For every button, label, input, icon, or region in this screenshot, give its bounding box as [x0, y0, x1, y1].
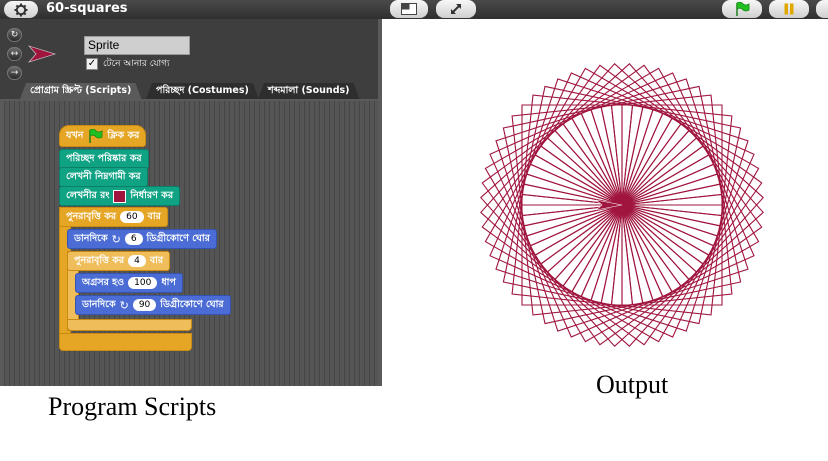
- turn-right-inner-block[interactable]: ডানদিকে ↻ 90 ডিগ্রীকোণে ঘোর: [75, 295, 231, 315]
- pen-color-prefix: লেখনীর রং: [66, 190, 110, 201]
- move-steps[interactable]: 100: [128, 277, 158, 289]
- draggable-checkbox[interactable]: ✓: [86, 58, 98, 70]
- rotate-icon[interactable]: ↻: [7, 28, 22, 42]
- project-title: 60-squares: [46, 1, 128, 16]
- fullscreen-icon: [451, 4, 461, 14]
- pen-color-suffix: নির্ধারণ কর: [130, 190, 174, 201]
- gear-icon: [14, 3, 28, 16]
- pen-down-block[interactable]: লেখনী নিম্নগামী কর: [59, 167, 148, 187]
- caption-program-scripts: Program Scripts: [48, 392, 217, 421]
- tab-sounds[interactable]: শব্দমালা (Sounds): [258, 83, 360, 99]
- turn-prefix: ডানদিকে: [74, 233, 108, 244]
- rotate-clockwise-icon: ↻: [111, 232, 121, 246]
- sprite-name-field[interactable]: Sprite: [84, 36, 190, 55]
- turn-inner-degrees[interactable]: 90: [132, 299, 157, 311]
- repeat-outer-count[interactable]: 60: [120, 211, 144, 223]
- repeat-inner-foot: [67, 319, 192, 331]
- turn-inner-suffix: ডিগ্রীকোণে ঘোর: [160, 299, 224, 310]
- turn-suffix: ডিগ্রীকোণে ঘোর: [146, 233, 210, 244]
- pause-icon: [784, 3, 794, 15]
- left-right-icon[interactable]: ↔: [7, 47, 22, 61]
- repeat-inner-count[interactable]: 4: [128, 255, 146, 267]
- fullscreen-button[interactable]: [436, 0, 476, 18]
- hat-suffix: ক্লিক কর: [107, 130, 140, 141]
- set-pen-color-block[interactable]: লেখনীর রং নির্ধারণ কর: [59, 186, 181, 206]
- green-flag-icon: [736, 2, 750, 16]
- move-steps-block[interactable]: অগ্রসর হও 100 ধাপ: [75, 273, 183, 293]
- green-flag-button[interactable]: [722, 0, 762, 18]
- settings-button[interactable]: [4, 1, 38, 18]
- repeat-outer-block[interactable]: পুনরাবৃত্তি কর 60 বার: [59, 207, 168, 227]
- square-path: [621, 204, 723, 306]
- stage-size-button[interactable]: [390, 0, 428, 18]
- rotate-clockwise-icon: ↻: [119, 298, 129, 312]
- when-flag-clicked-block[interactable]: যখন ক্লিক কর: [59, 125, 147, 147]
- green-flag-icon: [89, 129, 103, 143]
- pause-button[interactable]: [769, 0, 809, 18]
- repeat-outer-suffix: বার: [147, 211, 161, 222]
- square-path: [621, 104, 723, 206]
- pen-color-swatch[interactable]: [113, 189, 127, 203]
- stage-canvas[interactable]: [382, 19, 828, 386]
- pen-down-label: লেখনী নিম্নগামী কর: [66, 171, 141, 182]
- repeat-outer-prefix: পুনরাবৃত্তি কর: [66, 211, 117, 222]
- square-path: [521, 204, 623, 306]
- clear-block[interactable]: পরিচ্ছদ পরিষ্কার কর: [59, 149, 149, 169]
- tab-scripts[interactable]: প্রোগ্রাম স্ক্রিপ্ট (Scripts): [20, 83, 141, 99]
- turn-right-block[interactable]: ডানদিকে ↻ 6 ডিগ্রীকোণে ঘোর: [67, 229, 217, 249]
- no-rotate-icon[interactable]: →: [7, 66, 22, 80]
- caption-output: Output: [596, 370, 669, 399]
- top-bar: 60-squares: [0, 0, 828, 19]
- stop-button[interactable]: [816, 0, 828, 18]
- square-path: [521, 104, 623, 206]
- turn-outer-degrees[interactable]: 6: [124, 233, 143, 245]
- repeat-inner-suffix: বার: [149, 255, 164, 266]
- scripts-area[interactable]: যখন ক্লিক কর পরিচ্ছদ পরিষ্কার কর লেখনী ন…: [4, 101, 378, 386]
- clear-label: পরিচ্ছদ পরিষ্কার কর: [66, 153, 142, 164]
- repeat-inner-block[interactable]: পুনরাবৃত্তি কর 4 বার: [67, 251, 171, 271]
- move-suffix: ধাপ: [161, 277, 176, 288]
- move-prefix: অগ্রসর হও: [82, 277, 125, 288]
- draggable-label: টেনে আনার যোগ্য: [103, 59, 170, 69]
- squares-drawing: [480, 63, 764, 347]
- sprite-info: ↻ ↔ → Sprite ✓ টেনে আনার যোগ্য প্রোগ্রাম…: [0, 19, 378, 99]
- tab-costumes[interactable]: পরিচ্ছদ (Costumes): [146, 83, 259, 99]
- repeat-outer-foot: [59, 333, 192, 351]
- hat-prefix: যখন: [66, 130, 84, 141]
- sprite-arrow-icon: [28, 45, 57, 63]
- stage-size-icon: [401, 3, 417, 15]
- repeat-inner-prefix: পুনরাবৃত্তি কর: [74, 255, 125, 266]
- editor-panel: ↻ ↔ → Sprite ✓ টেনে আনার যোগ্য প্রোগ্রাম…: [0, 19, 382, 386]
- turn-inner-prefix: ডানদিকে: [82, 299, 116, 310]
